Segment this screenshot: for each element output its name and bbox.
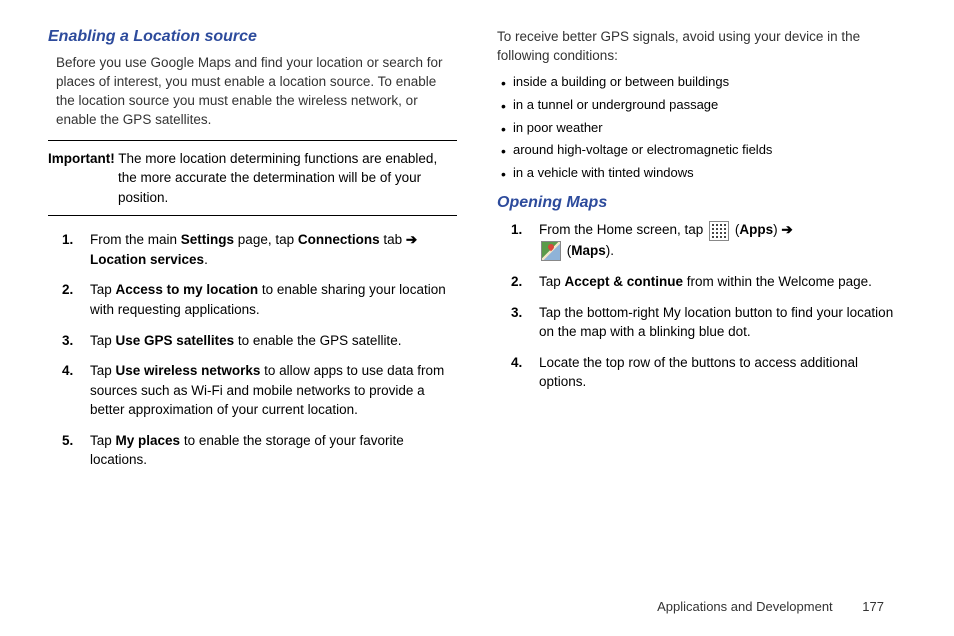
step-1: From the Home screen, tap (Apps) ➔ (Maps…	[539, 220, 906, 261]
bullet-item: around high-voltage or electromagnetic f…	[501, 142, 906, 159]
apps-icon	[709, 221, 729, 241]
step-2: Tap Accept & continue from within the We…	[539, 272, 906, 292]
bullet-item: in a tunnel or underground passage	[501, 97, 906, 114]
steps-list-right: From the Home screen, tap (Apps) ➔ (Maps…	[497, 220, 906, 392]
footer-page-number: 177	[862, 599, 884, 614]
footer-section: Applications and Development	[657, 599, 833, 614]
maps-icon	[541, 241, 561, 261]
heading-enabling-location: Enabling a Location source	[48, 28, 457, 46]
gps-bullets: inside a building or between buildings i…	[497, 74, 906, 182]
step-2: Tap Access to my location to enable shar…	[90, 280, 457, 319]
heading-opening-maps: Opening Maps	[497, 194, 906, 212]
important-label: Important!	[48, 151, 115, 166]
bullet-item: in poor weather	[501, 120, 906, 137]
step-4: Tap Use wireless networks to allow apps …	[90, 361, 457, 420]
steps-list-left: From the main Settings page, tap Connect…	[48, 230, 457, 470]
left-column: Enabling a Location source Before you us…	[48, 28, 457, 481]
page-footer: Applications and Development 177	[657, 599, 884, 614]
step-1: From the main Settings page, tap Connect…	[90, 230, 457, 269]
step-3: Tap the bottom-right My location button …	[539, 303, 906, 342]
arrow-icon: ➔	[406, 232, 417, 247]
important-note: Important! The more location determining…	[48, 140, 457, 217]
intro-paragraph: Before you use Google Maps and find your…	[48, 54, 457, 130]
important-text: The more location determining functions …	[115, 151, 437, 205]
step-4: Locate the top row of the buttons to acc…	[539, 353, 906, 392]
step-3: Tap Use GPS satellites to enable the GPS…	[90, 331, 457, 351]
step-5: Tap My places to enable the storage of y…	[90, 431, 457, 470]
page-columns: Enabling a Location source Before you us…	[48, 28, 906, 481]
gps-intro: To receive better GPS signals, avoid usi…	[497, 28, 906, 66]
bullet-item: in a vehicle with tinted windows	[501, 165, 906, 182]
right-column: To receive better GPS signals, avoid usi…	[497, 28, 906, 481]
arrow-icon: ➔	[781, 222, 792, 237]
bullet-item: inside a building or between buildings	[501, 74, 906, 91]
